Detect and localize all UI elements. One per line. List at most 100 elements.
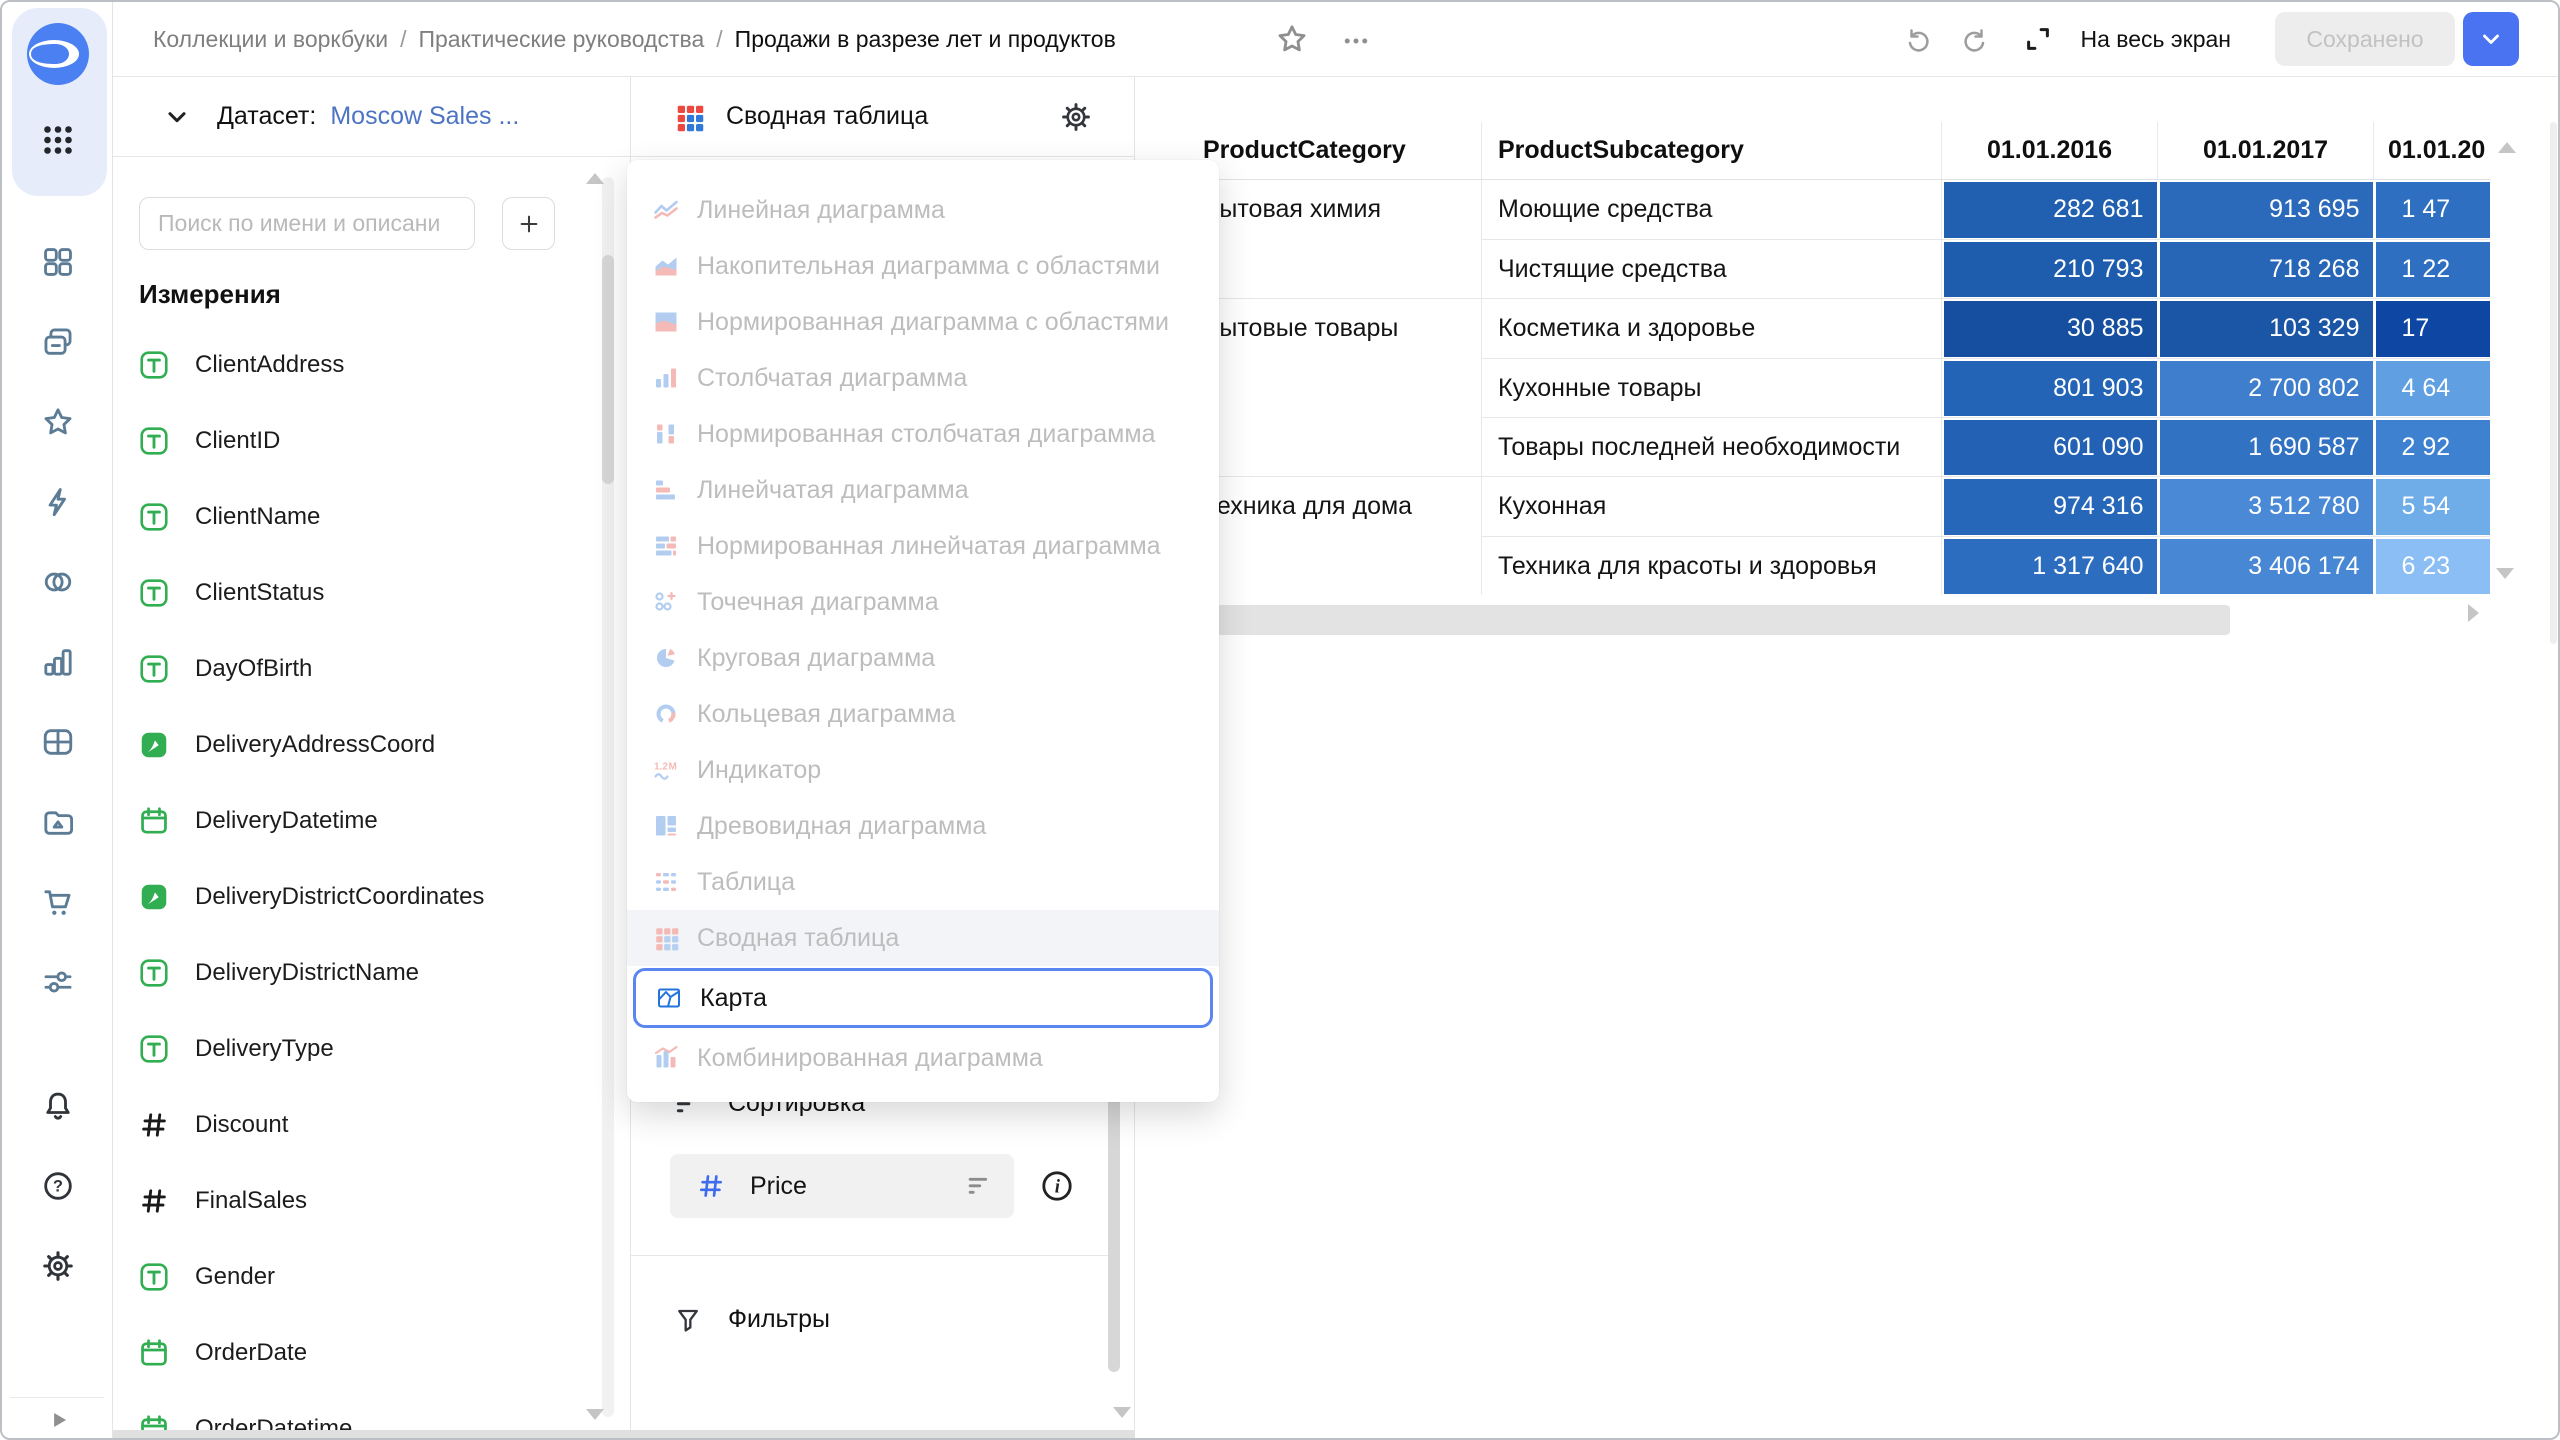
value-cell[interactable]: 1 22: [2376, 242, 2491, 297]
breadcrumb-collections[interactable]: Коллекции и воркбуки: [153, 26, 388, 53]
breadcrumb-guides[interactable]: Практические руководства: [418, 26, 704, 53]
chart-type-menu-item[interactable]: Комбинированная диаграмма: [627, 1030, 1219, 1086]
dataset-field-row[interactable]: ClientAddress: [139, 327, 584, 403]
value-cell[interactable]: 2 700 802: [2160, 361, 2373, 416]
panel-scrollbar-thumb[interactable]: [602, 255, 614, 484]
add-field-button[interactable]: [502, 197, 555, 250]
value-cell[interactable]: 210 793: [1944, 242, 2157, 297]
dataset-field-row[interactable]: DeliveryDatetime: [139, 783, 584, 859]
table-vertical-scrollbar-track[interactable]: [2550, 122, 2557, 644]
dataset-field-row[interactable]: DeliveryType: [139, 1011, 584, 1087]
table-scroll-down-icon[interactable]: [2496, 568, 2514, 579]
value-cell[interactable]: 3 406 174: [2160, 539, 2373, 594]
table-scroll-up-icon[interactable]: [2498, 142, 2516, 153]
subcategory-cell[interactable]: Техника для красоты и здоровья: [1482, 537, 1942, 595]
rail-item[interactable]: [41, 325, 75, 359]
chevron-down-icon[interactable]: [163, 103, 191, 131]
category-cell[interactable]: Бытовые товары: [1187, 299, 1482, 476]
rail-item[interactable]: [41, 1249, 75, 1283]
subcategory-cell[interactable]: Товары последней необходимости: [1482, 418, 1942, 476]
chart-type-menu-item[interactable]: Сводная таблица: [627, 910, 1219, 966]
rail-item[interactable]: [41, 405, 75, 439]
scroll-up-icon[interactable]: [586, 173, 604, 184]
value-cell[interactable]: 974 316: [1944, 479, 2157, 535]
more-actions-icon[interactable]: [1341, 26, 1371, 56]
value-cell[interactable]: 282 681: [1944, 182, 2157, 238]
apps-grid-icon[interactable]: [40, 122, 76, 158]
fullscreen-label[interactable]: На весь экран: [2081, 2, 2232, 77]
column-header[interactable]: 01.01.2016: [1942, 122, 2158, 179]
dataset-field-row[interactable]: OrderDate: [139, 1315, 584, 1391]
rail-item[interactable]: [41, 565, 75, 599]
chart-type-menu-item[interactable]: Карта: [633, 968, 1213, 1028]
info-icon[interactable]: i: [1039, 1168, 1075, 1204]
rail-item[interactable]: [41, 725, 75, 759]
value-cell[interactable]: 718 268: [2160, 242, 2373, 297]
dataset-field-row[interactable]: ClientID: [139, 403, 584, 479]
table-scroll-right-icon[interactable]: [2468, 604, 2479, 622]
value-cell[interactable]: 601 090: [1944, 420, 2157, 475]
chart-type-menu-item[interactable]: Накопительная диаграмма с областями: [627, 238, 1219, 294]
dataset-field-row[interactable]: FinalSales: [139, 1163, 584, 1239]
redo-icon[interactable]: [1960, 24, 1990, 54]
scroll-down-icon[interactable]: [586, 1409, 604, 1420]
chart-type-menu-item[interactable]: Нормированная столбчатая диаграмма: [627, 406, 1219, 462]
subcategory-cell[interactable]: Косметика и здоровье: [1482, 299, 1942, 358]
value-cell[interactable]: 1 690 587: [2160, 420, 2373, 475]
value-cell[interactable]: 103 329: [2160, 301, 2373, 357]
subcategory-cell[interactable]: Кухонная: [1482, 477, 1942, 536]
fullscreen-icon[interactable]: [2023, 24, 2053, 54]
expand-rail-icon[interactable]: [46, 1407, 72, 1433]
dataset-field-row[interactable]: ClientStatus: [139, 555, 584, 631]
column-header[interactable]: ProductCategory: [1187, 122, 1482, 179]
rail-item[interactable]: [41, 1089, 75, 1123]
dataset-field-row[interactable]: DeliveryDistrictName: [139, 935, 584, 1011]
chart-type-menu-item[interactable]: Столбчатая диаграмма: [627, 350, 1219, 406]
chart-type-menu-item[interactable]: Линейная диаграмма: [627, 182, 1219, 238]
subcategory-cell[interactable]: Моющие средства: [1482, 180, 1942, 239]
save-menu-button[interactable]: [2463, 12, 2519, 66]
value-cell[interactable]: 3 512 780: [2160, 479, 2373, 535]
chart-type-menu-item[interactable]: 1.2M Индикатор: [627, 742, 1219, 798]
search-input[interactable]: [139, 197, 475, 250]
rail-item[interactable]: [41, 485, 75, 519]
rail-item[interactable]: ?: [41, 1169, 75, 1203]
column-header[interactable]: 01.01.2017: [2158, 122, 2374, 179]
save-button[interactable]: Сохранено: [2275, 12, 2455, 66]
value-cell[interactable]: 2 92: [2376, 420, 2491, 475]
column-header[interactable]: 01.01.20: [2374, 122, 2490, 179]
rail-item[interactable]: [41, 965, 75, 999]
chart-type-menu-item[interactable]: Кольцевая диаграмма: [627, 686, 1219, 742]
value-cell[interactable]: 5 54: [2376, 479, 2491, 535]
chart-type-menu-item[interactable]: Точечная диаграмма: [627, 574, 1219, 630]
horizontal-scrollbar[interactable]: [113, 1430, 1135, 1440]
chart-type-menu-item[interactable]: Нормированная линейчатая диаграмма: [627, 518, 1219, 574]
chart-type-menu-item[interactable]: Круговая диаграмма: [627, 630, 1219, 686]
subcategory-cell[interactable]: Кухонные товары: [1482, 359, 1942, 417]
value-cell[interactable]: 17: [2376, 301, 2491, 357]
dataset-field-row[interactable]: DeliveryDistrictCoordinates: [139, 859, 584, 935]
rail-item[interactable]: [41, 805, 75, 839]
rail-item[interactable]: [41, 645, 75, 679]
value-cell[interactable]: 30 885: [1944, 301, 2157, 357]
undo-icon[interactable]: [1903, 24, 1933, 54]
value-cell[interactable]: 1 47: [2376, 182, 2491, 238]
column-header[interactable]: ProductSubcategory: [1482, 122, 1942, 179]
table-horizontal-scrollbar[interactable]: [1187, 605, 2230, 635]
chart-type-menu-item[interactable]: Древовидная диаграмма: [627, 798, 1219, 854]
category-cell[interactable]: Бытовая химия: [1187, 180, 1482, 298]
dataset-field-row[interactable]: DayOfBirth: [139, 631, 584, 707]
dataset-link[interactable]: Moscow Sales ...: [330, 102, 519, 131]
sort-direction-icon[interactable]: [966, 1173, 992, 1199]
chart-type-selector[interactable]: Сводная таблица: [631, 77, 1134, 157]
gear-icon[interactable]: [1060, 101, 1092, 133]
subcategory-cell[interactable]: Чистящие средства: [1482, 240, 1942, 298]
value-cell[interactable]: 1 317 640: [1944, 539, 2157, 594]
value-cell[interactable]: 4 64: [2376, 361, 2491, 416]
chart-type-menu-item[interactable]: Линейчатая диаграмма: [627, 462, 1219, 518]
category-cell[interactable]: Техника для дома: [1187, 477, 1482, 595]
dataset-field-row[interactable]: ClientName: [139, 479, 584, 555]
sort-field-chip[interactable]: Price: [670, 1154, 1014, 1218]
scroll-down-icon[interactable]: [1113, 1407, 1131, 1418]
rail-item[interactable]: [41, 885, 75, 919]
